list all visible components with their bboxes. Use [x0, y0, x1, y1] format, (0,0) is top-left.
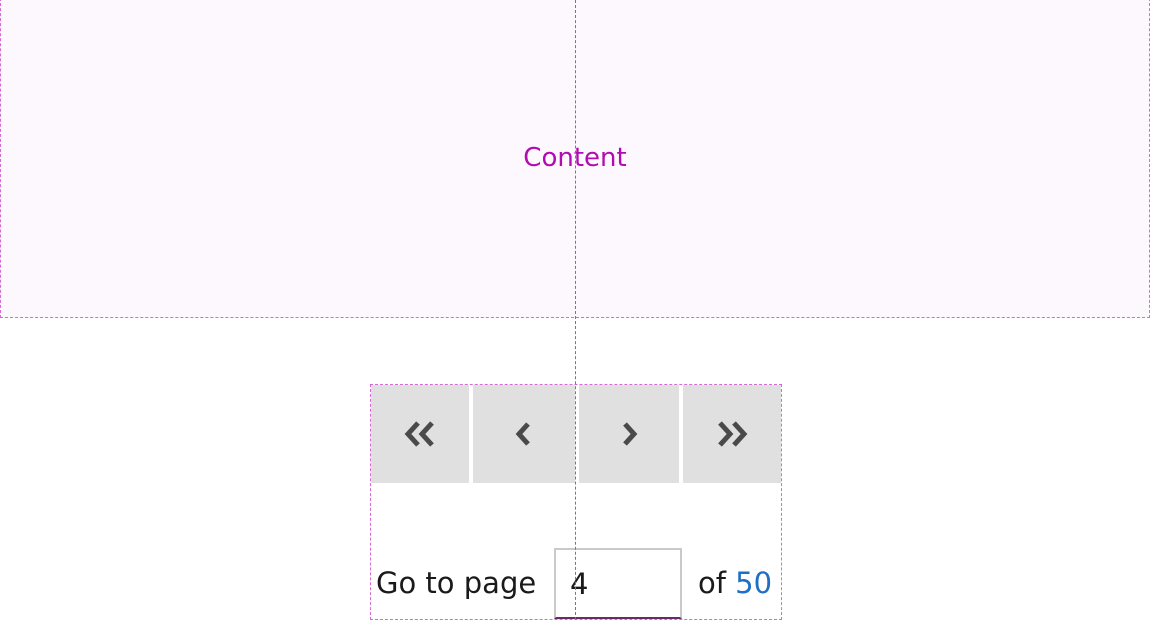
next-page-button[interactable]	[579, 385, 679, 483]
content-label: Content	[523, 143, 627, 173]
of-label: of	[698, 566, 726, 600]
go-to-page-label: Go to page	[376, 566, 537, 600]
pagination: Go to page of 50	[370, 384, 782, 620]
double-chevron-left-icon	[404, 421, 434, 447]
pagination-nav-buttons	[371, 385, 781, 483]
content-region: Content	[0, 0, 1150, 318]
chevron-left-icon	[515, 422, 530, 446]
previous-page-button[interactable]	[473, 385, 575, 483]
page-total-text: of 50	[698, 566, 772, 600]
chevron-right-icon	[623, 422, 638, 446]
last-page-button[interactable]	[683, 385, 781, 483]
page-number-input[interactable]	[554, 548, 682, 619]
first-page-button[interactable]	[371, 385, 469, 483]
double-chevron-right-icon	[718, 421, 748, 447]
page-root: Content Go to page 4 of 50	[0, 0, 1152, 620]
total-pages-link[interactable]: 50	[735, 566, 772, 600]
go-to-page-row: Go to page of 50	[371, 548, 781, 619]
